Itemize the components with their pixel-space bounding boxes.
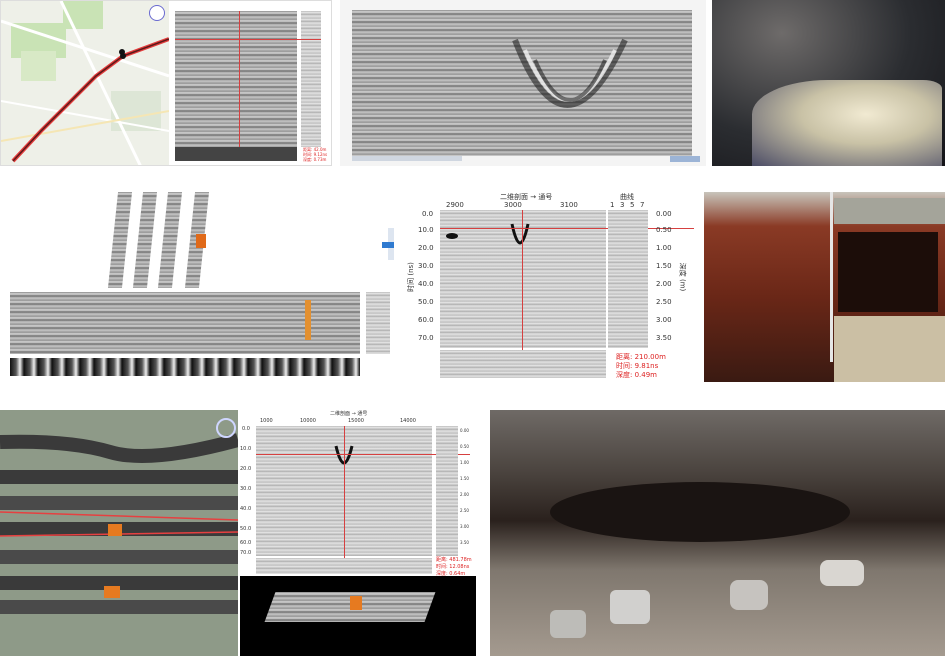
scan-strip-1 bbox=[107, 192, 133, 288]
readout-distance: 距离: 481.78m bbox=[436, 557, 472, 563]
compass-icon[interactable] bbox=[216, 418, 236, 438]
panel-radar-labelled: 二维剖面 → 通号 2900 3000 3100 0.0 10.0 20.0 3… bbox=[394, 192, 700, 382]
void-area bbox=[838, 232, 938, 312]
side-top-tick: 7 bbox=[640, 201, 645, 209]
horizontal-scrollbar[interactable] bbox=[352, 156, 462, 161]
side-tick: 3.50 bbox=[460, 540, 469, 545]
map-pin-icon bbox=[119, 49, 125, 55]
side-trace-g bbox=[436, 426, 458, 556]
cursor-horizontal-line bbox=[175, 39, 321, 40]
scan-strip-3 bbox=[157, 192, 183, 288]
side-tick: 3.50 bbox=[656, 334, 672, 342]
side-top-tick: 3 bbox=[620, 201, 625, 209]
lit-rock bbox=[752, 80, 942, 166]
radar-side-trace bbox=[301, 11, 321, 147]
cursor-vertical-line bbox=[239, 11, 240, 161]
side-tick: 0.50 bbox=[656, 226, 672, 234]
cave-photo bbox=[712, 0, 945, 166]
readout-depth: 深度: 0.73m bbox=[303, 157, 327, 162]
rock-2 bbox=[550, 610, 586, 638]
radar-bottom-strip bbox=[175, 147, 297, 161]
side-tick: 2.00 bbox=[460, 492, 469, 497]
readout-depth: 深度: 0.49m bbox=[616, 371, 657, 379]
excavation-photo bbox=[704, 192, 945, 382]
anomaly-marker-1 bbox=[108, 524, 122, 536]
rubble-bottom bbox=[834, 316, 945, 382]
bottom-strip-e bbox=[440, 350, 606, 378]
panel-map-radar: 距离: 42.0m 时间: 9.12ns 深度: 0.73m bbox=[0, 0, 332, 166]
side-tick: 2.00 bbox=[656, 280, 672, 288]
panel-3d-strips bbox=[0, 192, 394, 382]
concrete-slab bbox=[834, 198, 945, 224]
side-trace-d bbox=[366, 292, 390, 354]
side-trace-e bbox=[608, 210, 648, 348]
bottom-strip-g bbox=[256, 558, 432, 574]
map-view[interactable] bbox=[1, 1, 169, 165]
compass-icon[interactable] bbox=[149, 5, 165, 21]
side-tick: 3.00 bbox=[460, 524, 469, 529]
long-profile-bottom bbox=[10, 358, 360, 376]
toolbar-icons[interactable] bbox=[670, 156, 700, 162]
side-tick: 1.00 bbox=[656, 244, 672, 252]
scan-strip-2 bbox=[132, 192, 158, 288]
side-tick: 1.50 bbox=[460, 476, 469, 481]
rock-3 bbox=[730, 580, 768, 610]
panel-radar-3d: 二维剖面 → 通号 1000 10000 15000 14000 0.0 10.… bbox=[240, 410, 476, 656]
readout-time: 时间: 12.08ns bbox=[436, 564, 470, 570]
side-axis-label: 深度 (m) bbox=[678, 262, 687, 292]
anomaly-marker-2 bbox=[104, 586, 120, 598]
3d-volume-view[interactable] bbox=[240, 576, 476, 656]
side-top-tick: 5 bbox=[630, 201, 635, 209]
radar-profile[interactable] bbox=[175, 11, 297, 147]
rubble-cavity-photo bbox=[490, 410, 945, 656]
side-top-tick: 1 bbox=[610, 201, 615, 209]
3d-anomaly bbox=[350, 596, 362, 610]
side-tick: 1.50 bbox=[656, 262, 672, 270]
side-tick: 2.50 bbox=[656, 298, 672, 306]
long-profile-anomaly bbox=[305, 300, 311, 340]
anomaly-highlight bbox=[196, 234, 206, 248]
hyperbola-reflection bbox=[512, 38, 628, 108]
side-tick: 0.00 bbox=[656, 210, 672, 218]
side-tick: 2.50 bbox=[460, 508, 469, 513]
measuring-rod bbox=[830, 192, 833, 362]
panel-radar-hyperbola bbox=[340, 0, 706, 166]
rock-4 bbox=[820, 560, 864, 586]
cursor-vertical-g bbox=[344, 426, 345, 572]
satellite-strips[interactable] bbox=[0, 410, 238, 656]
side-tick: 0.00 bbox=[460, 428, 469, 433]
map-graphic bbox=[1, 1, 169, 165]
side-tick: 1.00 bbox=[460, 460, 469, 465]
side-tick: 3.00 bbox=[656, 316, 672, 324]
rock-1 bbox=[610, 590, 650, 624]
cavity-void bbox=[550, 482, 850, 542]
side-tick: 0.50 bbox=[460, 444, 469, 449]
